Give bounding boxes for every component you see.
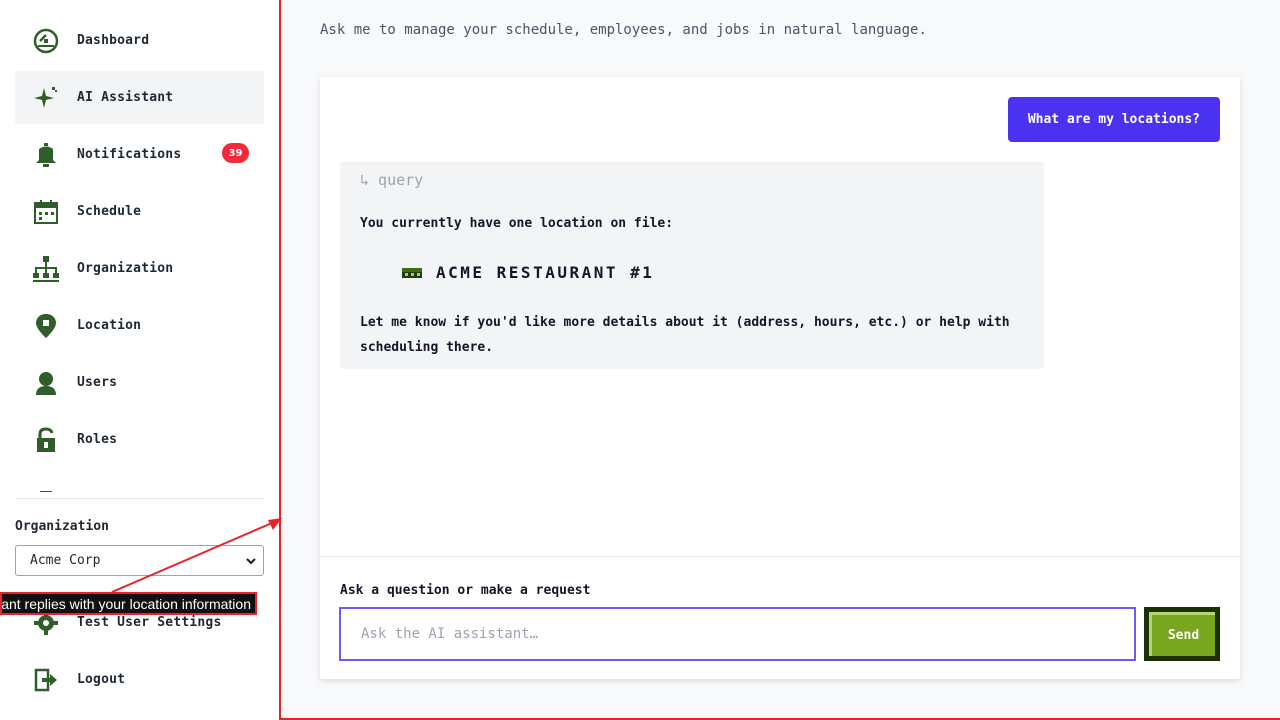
- sidebar-item-label: Users: [77, 375, 118, 390]
- send-button-face: Send: [1149, 612, 1215, 656]
- location-entry: ACME RESTAURANT #1: [402, 263, 654, 282]
- organization-select[interactable]: Acme Corp: [15, 545, 264, 576]
- sidebar-item-schedule[interactable]: Schedule: [15, 185, 264, 238]
- notification-count-badge: 39: [222, 143, 249, 163]
- unlock-icon: [30, 424, 62, 456]
- sidebar-item-label: AI Assistant: [77, 90, 174, 105]
- location-name: ACME RESTAURANT #1: [436, 263, 655, 282]
- sparkle-icon: [30, 82, 62, 114]
- sidebar-item-label: Roles: [77, 432, 118, 447]
- main-content: Ask me to manage your schedule, employee…: [281, 0, 1280, 718]
- sidebar-item-organization[interactable]: Organization: [15, 242, 264, 295]
- sidebar-item-users[interactable]: Users: [15, 356, 264, 409]
- calendar-icon: [30, 196, 62, 228]
- building-icon: [402, 263, 422, 282]
- sidebar-item-label: Organization: [77, 261, 174, 276]
- bell-icon: [30, 139, 62, 171]
- sidebar-item-dashboard[interactable]: Dashboard: [15, 14, 264, 67]
- chat-input-label: Ask a question or make a request: [340, 583, 591, 598]
- organization-select-value: Acme Corp: [30, 553, 101, 568]
- hat-icon: [30, 481, 62, 492]
- assistant-intro-text: Ask me to manage your schedule, employee…: [320, 22, 927, 38]
- location-pin-icon: [30, 310, 62, 342]
- sidebar-item-label: Schedule: [77, 204, 142, 219]
- chevron-down-icon: [245, 555, 257, 571]
- sidebar-item-label: Location: [77, 318, 142, 333]
- annotation-callout: tant replies with your location informat…: [0, 592, 257, 615]
- user-message-bubble: What are my locations?: [1007, 97, 1220, 142]
- sidebar-item-label: Dashboard: [77, 33, 150, 48]
- org-chart-icon: [30, 253, 62, 285]
- assistant-message-line: Let me know if you'd like more details a…: [360, 315, 1010, 355]
- logout-label: Logout: [77, 672, 126, 687]
- sidebar-item-ai-assistant[interactable]: AI Assistant: [15, 71, 264, 124]
- sidebar-item-location[interactable]: Location: [15, 299, 264, 352]
- assistant-message-bubble: ↳ query You currently have one location …: [340, 162, 1044, 369]
- sidebar-item-label: Notifications: [77, 147, 182, 162]
- logout-icon: [30, 664, 62, 696]
- sidebar-item-notifications[interactable]: Notifications 39: [15, 128, 264, 181]
- input-divider: [320, 556, 1240, 557]
- sidebar-nav: Dashboard AI Assistant Notifications 39 …: [15, 14, 264, 492]
- organization-label: Organization: [15, 519, 109, 534]
- tool-call-tag: ↳ query: [360, 171, 424, 189]
- chat-input-placeholder: Ask the AI assistant…: [361, 626, 539, 642]
- assistant-message-line: You currently have one location on file:: [360, 216, 674, 231]
- chat-panel: What are my locations? ↳ query You curre…: [320, 77, 1240, 679]
- logout-link[interactable]: Logout: [15, 653, 264, 706]
- sidebar-item-roles[interactable]: Roles: [15, 413, 264, 466]
- annotation-frame-left: [279, 0, 281, 720]
- send-button[interactable]: Send: [1144, 607, 1220, 661]
- sidebar-item-partial[interactable]: [15, 470, 264, 492]
- dashboard-icon: [30, 25, 62, 57]
- annotation-text: tant replies with your location informat…: [0, 595, 251, 612]
- sidebar-divider: [15, 498, 264, 499]
- chat-input[interactable]: Ask the AI assistant…: [339, 607, 1136, 661]
- user-icon: [30, 367, 62, 399]
- test-user-settings-label: Test User Settings: [77, 615, 222, 630]
